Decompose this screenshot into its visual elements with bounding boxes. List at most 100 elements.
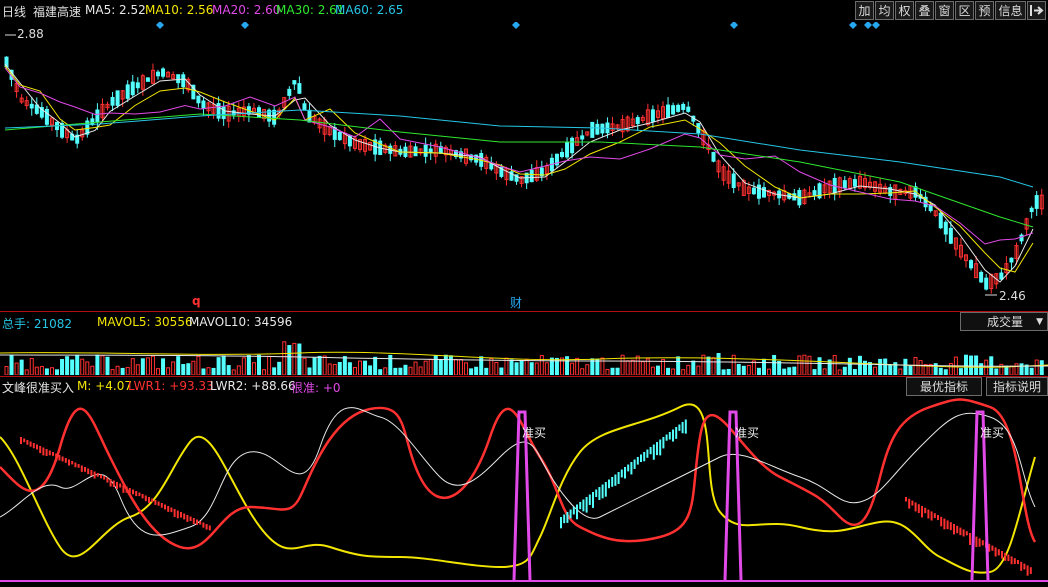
volume-bar bbox=[817, 357, 822, 375]
overlay-button[interactable]: 叠 bbox=[915, 1, 934, 20]
volume-bar bbox=[418, 366, 423, 375]
momentum-bar bbox=[71, 461, 74, 465]
momentum-bar bbox=[946, 520, 949, 530]
momentum-bar bbox=[119, 483, 122, 488]
volume-bar bbox=[822, 368, 827, 375]
candle-body bbox=[297, 83, 302, 94]
volume-bar bbox=[852, 369, 857, 375]
volume-bar bbox=[661, 359, 665, 375]
indicator-signal-label: 很准: +0 bbox=[291, 381, 341, 395]
volume-bar bbox=[494, 362, 499, 375]
volume-bar bbox=[721, 369, 726, 375]
momentum-bar bbox=[569, 509, 572, 519]
volume-bar bbox=[741, 365, 746, 375]
candle-body bbox=[428, 148, 433, 153]
volume-bar bbox=[539, 354, 544, 375]
momentum-bar bbox=[1020, 561, 1023, 571]
volume-bar bbox=[883, 358, 888, 375]
volume-bar bbox=[297, 343, 302, 375]
momentum-bar bbox=[45, 449, 48, 457]
ma5-label: MA5: 2.52 bbox=[85, 3, 146, 17]
volume-bar bbox=[544, 362, 549, 375]
volume-total-label: 总手: 21082 bbox=[2, 317, 73, 331]
event-marker-q[interactable]: q bbox=[192, 294, 201, 308]
candle-body bbox=[686, 106, 691, 112]
indicator-name[interactable]: 文峰很准买入 bbox=[2, 379, 74, 396]
momentum-bar bbox=[180, 512, 182, 518]
candle-body bbox=[302, 103, 307, 110]
volume-bar bbox=[312, 357, 317, 375]
volume-bar bbox=[383, 367, 388, 375]
volume-bar bbox=[474, 366, 479, 375]
candle-body bbox=[565, 141, 570, 158]
candle-body bbox=[595, 123, 600, 135]
momentum-bar bbox=[186, 515, 189, 522]
momentum-bar bbox=[1010, 556, 1013, 565]
momentum-bar bbox=[656, 442, 658, 456]
finance-marker[interactable]: 财 bbox=[510, 294, 522, 311]
average-button[interactable]: 均 bbox=[875, 1, 894, 20]
ma60-label: MA60: 2.65 bbox=[335, 3, 404, 17]
panel-divider bbox=[0, 311, 1048, 312]
volume-chart[interactable] bbox=[0, 331, 1048, 375]
range-button[interactable]: 区 bbox=[955, 1, 974, 20]
momentum-bar bbox=[192, 518, 195, 524]
volume-bar bbox=[191, 360, 196, 375]
volume-bar bbox=[671, 368, 676, 375]
volume-bar bbox=[150, 355, 155, 375]
volume-bar bbox=[640, 361, 645, 375]
volume-bar bbox=[19, 359, 24, 375]
volume-bar bbox=[125, 366, 130, 375]
candle-body bbox=[762, 187, 766, 198]
volume-bar bbox=[443, 354, 448, 375]
info-button[interactable]: 信息 bbox=[995, 1, 1026, 20]
volume-bar bbox=[938, 367, 943, 375]
momentum-bar bbox=[981, 540, 984, 546]
volume-bar bbox=[484, 367, 489, 375]
momentum-bar bbox=[959, 527, 962, 536]
momentum-bar bbox=[167, 506, 170, 512]
momentum-bar bbox=[106, 477, 109, 483]
candle-body bbox=[156, 71, 160, 77]
candle-body bbox=[852, 179, 857, 187]
volume-bar bbox=[499, 367, 504, 375]
momentum-bar bbox=[157, 501, 160, 506]
candle-body bbox=[676, 104, 681, 112]
volume-indicator-select[interactable]: 成交量 ▼ bbox=[960, 312, 1048, 331]
momentum-bar bbox=[116, 482, 118, 489]
price-chart[interactable] bbox=[0, 22, 1048, 312]
indicator-help-button[interactable]: 指标说明 bbox=[986, 377, 1048, 396]
window-button[interactable]: 窗 bbox=[935, 1, 954, 20]
volume-bar bbox=[580, 368, 585, 375]
volume-bar bbox=[14, 362, 19, 375]
volume-bar bbox=[650, 366, 655, 375]
best-indicator-button[interactable]: 最优指标 bbox=[906, 377, 982, 396]
volume-bar bbox=[327, 363, 332, 375]
volume-bar bbox=[534, 362, 539, 375]
add-button[interactable]: 加 bbox=[855, 1, 874, 20]
momentum-bar bbox=[566, 512, 569, 523]
volume-bar bbox=[221, 355, 226, 375]
momentum-bar bbox=[125, 486, 128, 493]
volume-bar bbox=[115, 365, 120, 375]
exit-button[interactable] bbox=[1027, 1, 1046, 20]
rights-button[interactable]: 权 bbox=[895, 1, 914, 20]
candle-body bbox=[711, 151, 716, 162]
volume-bar bbox=[691, 360, 696, 375]
candle-body bbox=[590, 121, 595, 138]
momentum-bar bbox=[36, 444, 38, 450]
momentum-bar bbox=[100, 474, 102, 479]
indicator-header: 文峰很准买入 M: +4.07 LWR1: +93.33 LWR2: +88.6… bbox=[0, 378, 905, 396]
candle-body bbox=[181, 74, 186, 88]
momentum-bar bbox=[26, 440, 29, 445]
period-label[interactable]: 日线 bbox=[2, 3, 26, 20]
momentum-bar bbox=[585, 497, 588, 513]
momentum-bar bbox=[598, 487, 601, 500]
volume-bar bbox=[307, 367, 312, 375]
momentum-bar bbox=[908, 498, 911, 509]
chevron-down-icon: ▼ bbox=[1036, 317, 1043, 327]
candle-body bbox=[580, 135, 585, 140]
forecast-button[interactable]: 预 bbox=[975, 1, 994, 20]
candle-body bbox=[29, 103, 34, 109]
momentum-bar bbox=[1026, 565, 1029, 576]
